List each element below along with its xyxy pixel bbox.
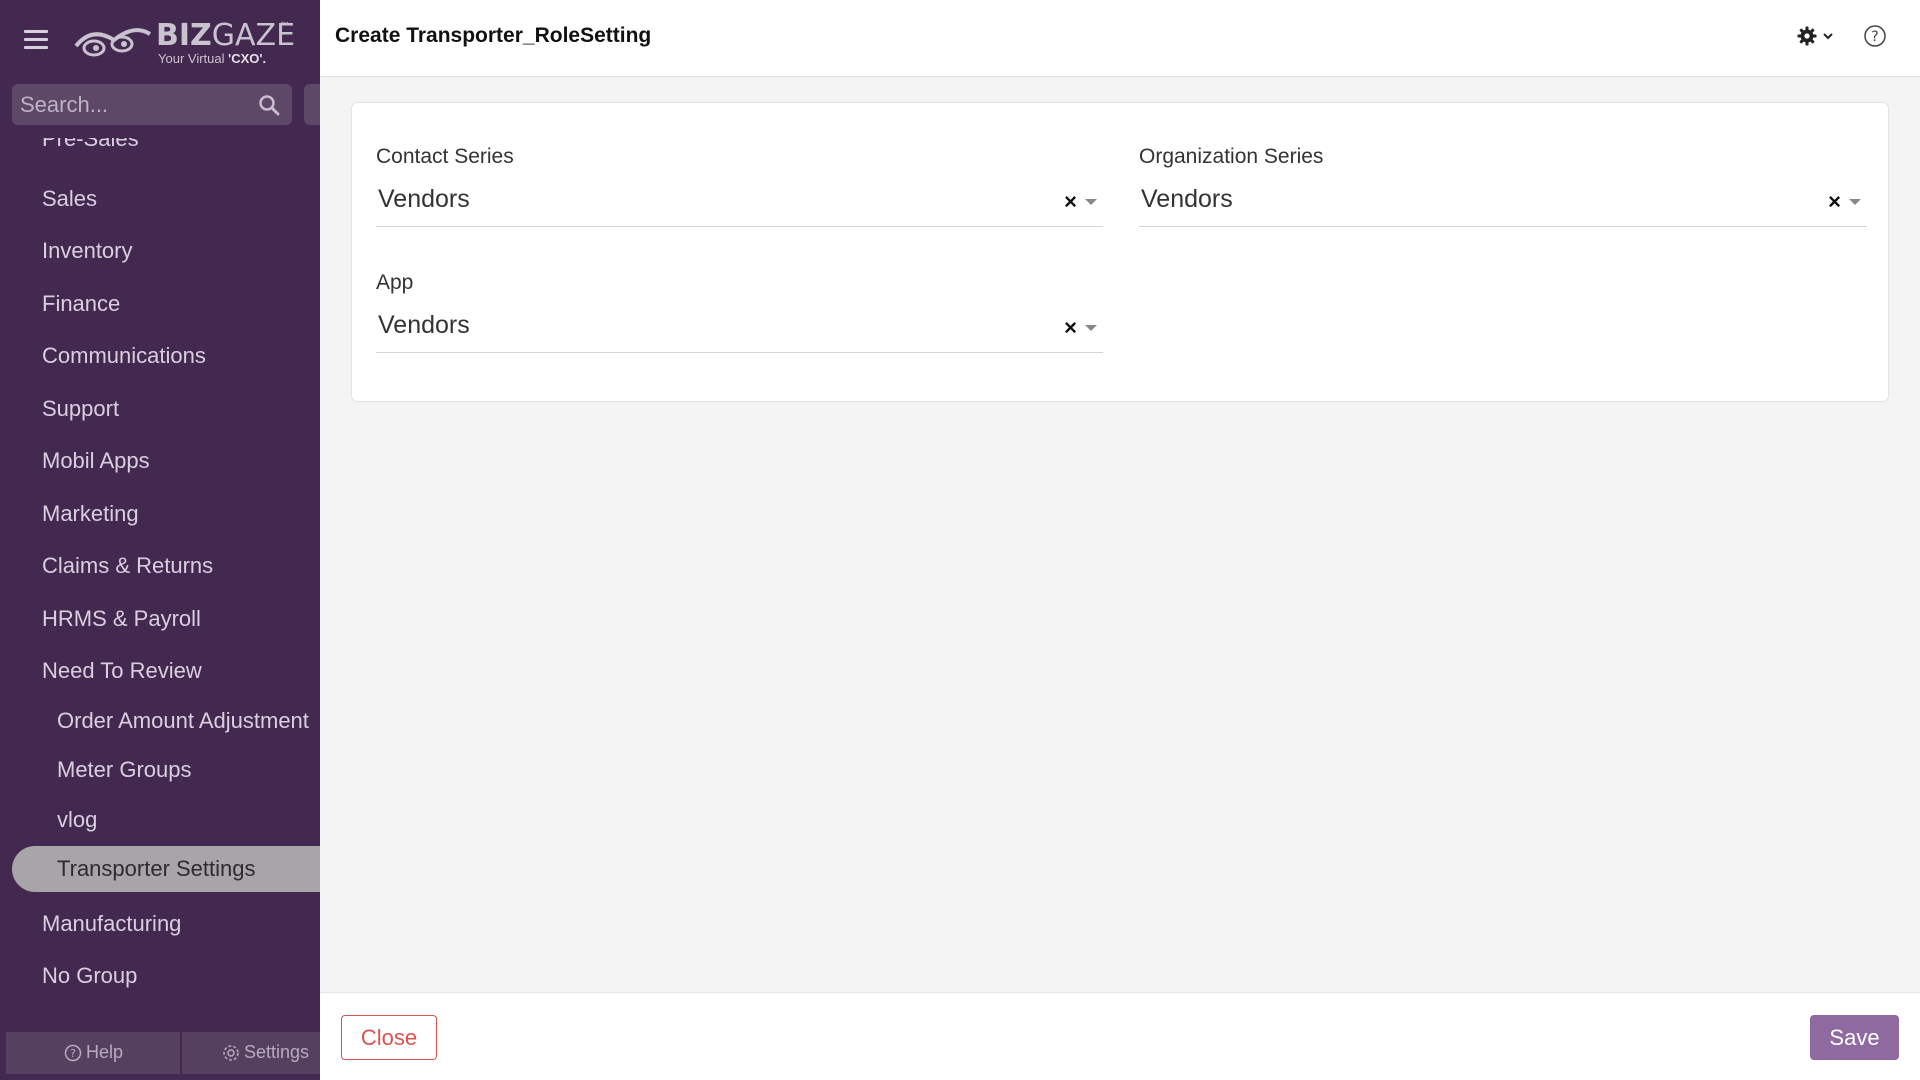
organization-series-select[interactable]: Vendors ×: [1139, 177, 1867, 227]
sidebar-subitem-vlog[interactable]: vlog: [57, 807, 97, 833]
help-circle-icon[interactable]: ?: [1863, 24, 1887, 53]
sidebar-item-pre-sales[interactable]: Pre-Sales: [42, 138, 139, 152]
dropdown-arrow-icon[interactable]: [1085, 325, 1097, 331]
help-circle-icon: ?: [64, 1044, 82, 1061]
sidebar-item-manufacturing[interactable]: Manufacturing: [42, 911, 181, 937]
sidebar-item-claims-returns[interactable]: Claims & Returns: [42, 553, 213, 579]
help-link[interactable]: ? Help: [64, 1042, 123, 1063]
organization-series-value: Vendors: [1141, 185, 1233, 213]
footer-divider: [180, 1032, 182, 1074]
search-input[interactable]: Search...: [20, 92, 108, 118]
sidebar-item-finance[interactable]: Finance: [42, 291, 120, 317]
sidebar-subitem-transporter-settings[interactable]: Transporter Settings: [57, 856, 256, 882]
help-label: Help: [86, 1042, 124, 1062]
clear-icon[interactable]: ×: [1064, 315, 1077, 341]
app-select[interactable]: Vendors ×: [376, 303, 1103, 353]
settings-label: Settings: [244, 1042, 310, 1062]
dropdown-arrow-icon[interactable]: [1085, 199, 1097, 205]
logo-brand: BIZGAZE: [156, 18, 296, 53]
page-header: Create Transporter_RoleSetting ?: [320, 0, 1920, 77]
sidebar-item-support[interactable]: Support: [42, 396, 119, 422]
app-value: Vendors: [378, 311, 470, 339]
chevron-down-icon[interactable]: [1821, 29, 1835, 43]
svg-text:?: ?: [70, 1047, 76, 1060]
sidebar-item-sales[interactable]: Sales: [42, 186, 97, 212]
dropdown-arrow-icon[interactable]: [1849, 199, 1861, 205]
gear-icon[interactable]: [1797, 26, 1817, 46]
settings-menu[interactable]: [1797, 26, 1835, 46]
clear-icon[interactable]: ×: [1828, 189, 1841, 215]
logo-tagline: Your Virtual 'CXO'.: [158, 51, 267, 66]
sidebar-subitem-order-amount-adjustment[interactable]: Order Amount Adjustment: [57, 708, 309, 734]
save-button[interactable]: Save: [1810, 1015, 1899, 1060]
sidebar-item-hrms-payroll[interactable]: HRMS & Payroll: [42, 606, 201, 632]
form-card: Contact Series Vendors × Organization Se…: [351, 102, 1889, 402]
sidebar-item-mobil-apps[interactable]: Mobil Apps: [42, 448, 150, 474]
app-label: App: [376, 271, 414, 294]
sidebar-item-communications[interactable]: Communications: [42, 343, 206, 369]
contact-series-value: Vendors: [378, 185, 470, 213]
sidebar-subitem-meter-groups[interactable]: Meter Groups: [57, 757, 192, 783]
logo-owl-icon: [74, 28, 152, 57]
contact-series-select[interactable]: Vendors ×: [376, 177, 1103, 227]
logo: BIZGAZE ™ Your Virtual 'CXO'.: [72, 14, 296, 68]
logo-trademark: ™: [280, 20, 289, 30]
clear-icon[interactable]: ×: [1064, 189, 1077, 215]
search-icon[interactable]: [258, 94, 280, 121]
close-button[interactable]: Close: [341, 1015, 437, 1060]
page-footer: Close Save: [320, 992, 1920, 1080]
sidebar-footer: ? Help Settings: [6, 1032, 320, 1074]
settings-gear-icon: [223, 1044, 239, 1061]
sidebar-item-inventory[interactable]: Inventory: [42, 238, 133, 264]
sidebar-item-no-group[interactable]: No Group: [42, 963, 137, 989]
sidebar-item-need-to-review[interactable]: Need To Review: [42, 658, 202, 684]
hamburger-menu-icon[interactable]: [24, 30, 48, 50]
sidebar-item-marketing[interactable]: Marketing: [42, 501, 139, 527]
sidebar-search[interactable]: Search...: [12, 84, 292, 125]
organization-series-label: Organization Series: [1139, 145, 1324, 168]
page-title: Create Transporter_RoleSetting: [335, 24, 652, 47]
settings-link[interactable]: Settings: [222, 1042, 309, 1063]
svg-text:?: ?: [1871, 29, 1878, 45]
contact-series-label: Contact Series: [376, 145, 514, 168]
sidebar: BIZGAZE ™ Your Virtual 'CXO'. Search... …: [0, 0, 320, 1080]
search-side-panel: [304, 84, 320, 125]
